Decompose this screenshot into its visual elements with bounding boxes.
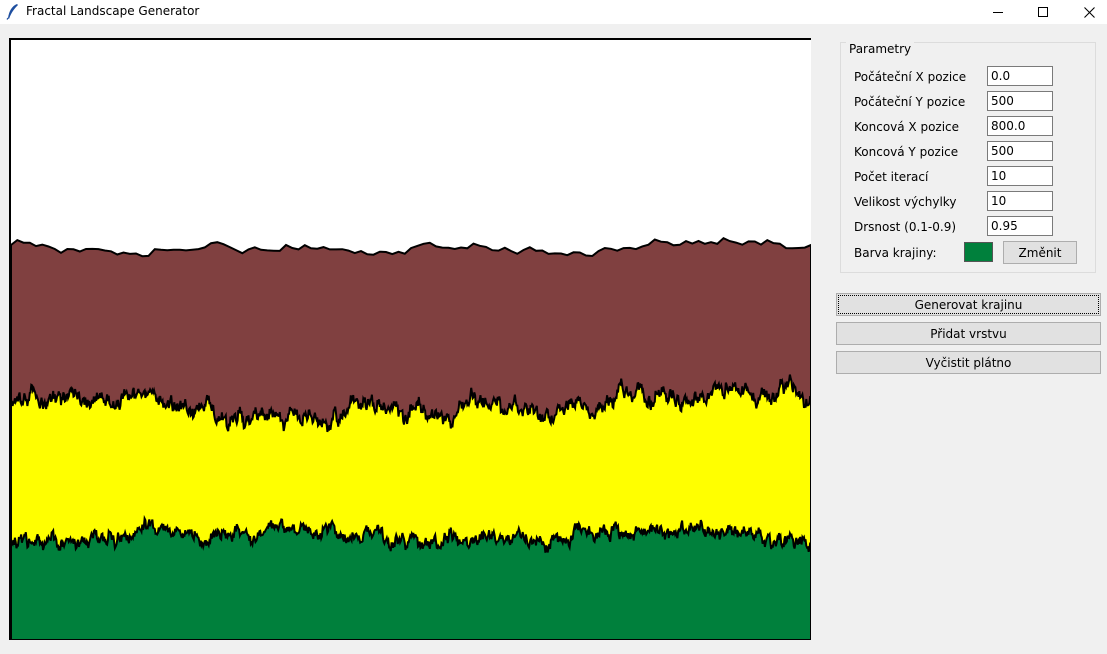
iterations-label: Počet iterací	[854, 170, 929, 184]
clear-canvas-button[interactable]: Vyčistit plátno	[836, 351, 1101, 374]
parameters-group-label: Parametry	[846, 42, 915, 56]
minimize-button[interactable]	[975, 0, 1021, 24]
landscape-canvas[interactable]	[9, 38, 811, 640]
start-y-label: Počáteční Y pozice	[854, 95, 966, 109]
landscape-color-label: Barva krajiny:	[854, 246, 937, 260]
change-color-button[interactable]: Změnit	[1003, 241, 1077, 264]
roughness-label: Drsnost (0.1-0.9)	[854, 220, 957, 234]
parameters-group: Parametry Počáteční X pozice Počáteční Y…	[840, 42, 1096, 273]
title-bar: Fractal Landscape Generator	[0, 0, 1107, 24]
landscape-color-swatch	[964, 242, 993, 262]
landscape-drawing	[11, 237, 811, 640]
displacement-label: Velikost výchylky	[854, 195, 957, 209]
maximize-button[interactable]	[1020, 0, 1066, 24]
generate-landscape-button[interactable]: Generovat krajinu	[836, 293, 1101, 316]
window-title: Fractal Landscape Generator	[26, 4, 200, 18]
start-y-input[interactable]	[987, 91, 1053, 111]
start-x-label: Počáteční X pozice	[854, 70, 967, 84]
minimize-icon	[993, 12, 1003, 13]
iterations-input[interactable]	[987, 166, 1053, 186]
maximize-icon	[1038, 7, 1048, 17]
start-x-input[interactable]	[987, 66, 1053, 86]
close-icon	[1083, 6, 1095, 18]
green-layer	[11, 514, 811, 640]
add-layer-button[interactable]: Přidat vrstvu	[836, 322, 1101, 345]
end-y-label: Koncová Y pozice	[854, 145, 959, 159]
end-y-input[interactable]	[987, 141, 1053, 161]
displacement-input[interactable]	[987, 191, 1053, 211]
roughness-input[interactable]	[987, 216, 1053, 236]
feather-icon	[6, 4, 18, 20]
end-x-label: Koncová X pozice	[854, 120, 960, 134]
close-button[interactable]	[1066, 0, 1107, 24]
end-x-input[interactable]	[987, 116, 1053, 136]
